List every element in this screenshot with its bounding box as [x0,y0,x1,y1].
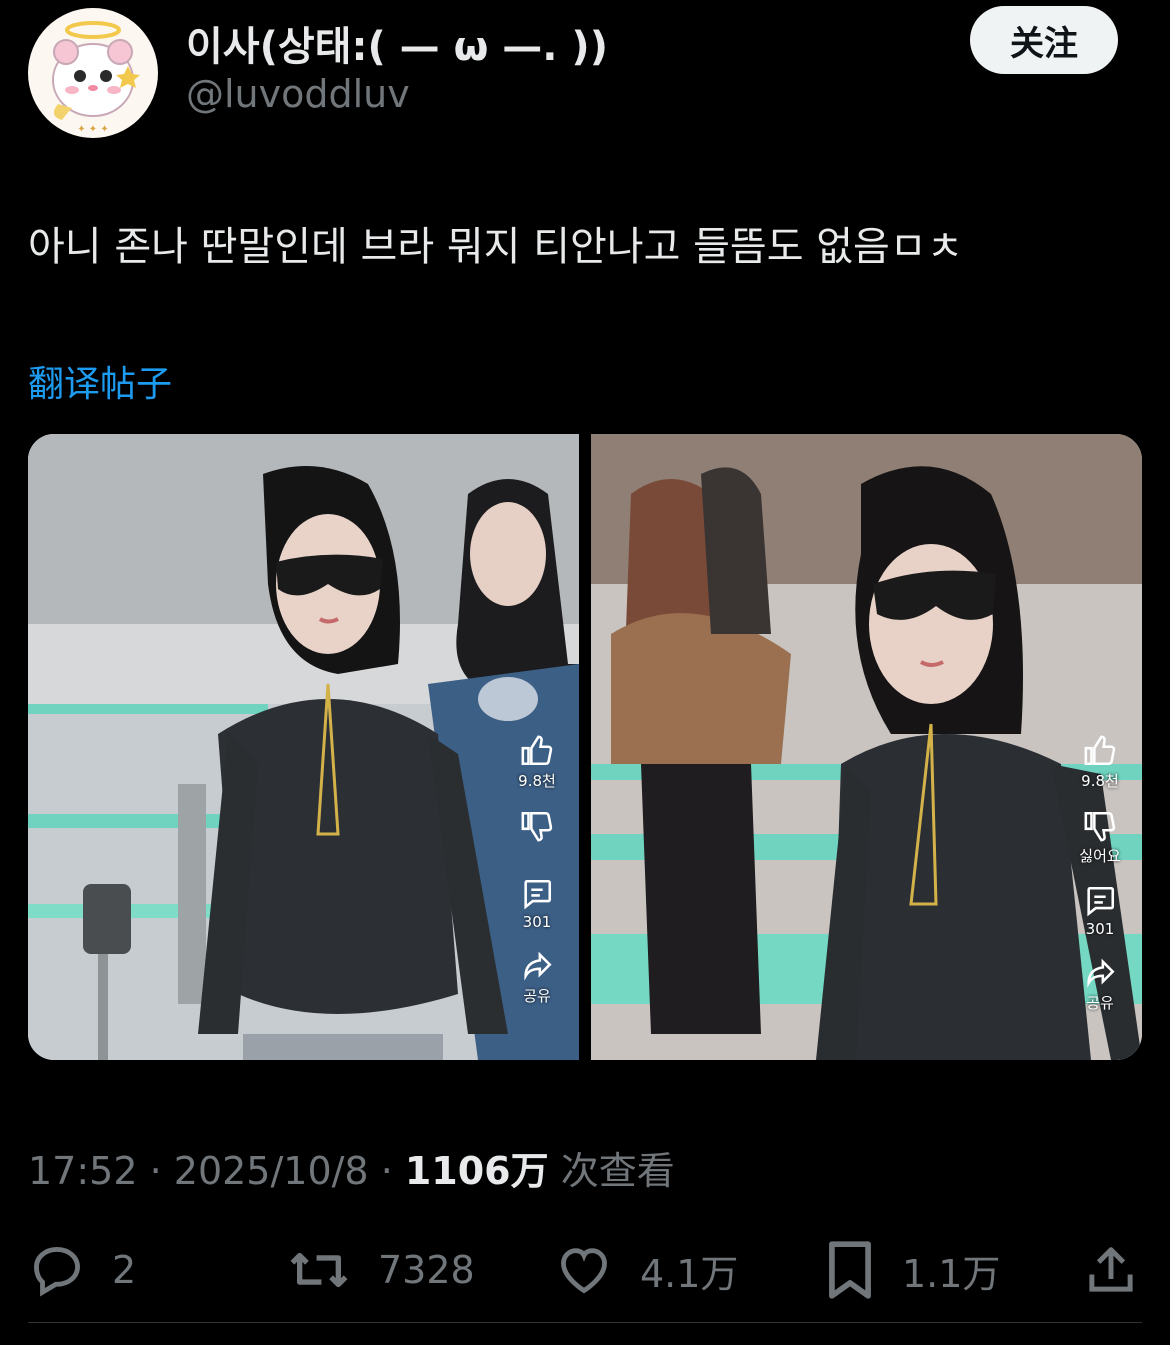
heart-icon [561,1248,607,1294]
like-count: 4.1万 [640,1251,739,1296]
right-dislike-group[interactable]: 싫어요 [1079,809,1121,866]
right-comment-count: 301 [1085,920,1115,938]
thumbs-up-icon [1084,735,1116,766]
left-video-overlay: 9.8천 301 공유 [507,734,567,1024]
thumbs-down-icon [1084,811,1116,842]
repost-count: 7328 [378,1248,475,1292]
bookmark-icon [829,1241,871,1299]
comment-icon [1087,886,1115,917]
post-time[interactable]: 17:52 [28,1149,138,1193]
comment-icon [524,879,552,910]
bottom-divider [28,1322,1142,1323]
left-share-group[interactable]: 공유 [520,949,554,1006]
reply-icon [34,1247,80,1297]
airport-photo-right-image [591,434,1142,1060]
avatar[interactable]: ✦ ✦ ✦ [28,8,158,138]
reply-count: 2 [112,1248,137,1292]
svg-text:✦ ✦ ✦: ✦ ✦ ✦ [77,124,109,135]
repost-icon [290,1252,348,1288]
media-photo-right[interactable]: 9.8천 싫어요 301 공유 [591,434,1142,1060]
airport-photo-left-image [28,434,579,1060]
display-name[interactable]: 이사(상태:( — ω —. )) [186,14,608,72]
media-grid: 9.8천 301 공유 9.8천 싫어요 301 공유 [28,434,1142,1060]
left-share-label: 공유 [523,987,551,1005]
meta-separator: · [137,1149,174,1193]
left-like-count: 9.8천 [518,772,556,790]
thumbs-down-icon [521,811,553,842]
hamster-avatar-icon: ✦ ✦ ✦ [52,21,140,135]
right-comment-group[interactable]: 301 [1083,884,1117,938]
right-share-group[interactable]: 공유 [1083,956,1117,1013]
translate-post-link[interactable]: 翻译帖子 [28,355,172,407]
media-photo-left[interactable]: 9.8천 301 공유 [28,434,579,1060]
share-icon [1087,958,1115,988]
bookmark-count: 1.1万 [902,1251,1001,1296]
meta-separator: · [368,1149,405,1193]
share-icon [524,951,552,981]
right-like-group[interactable]: 9.8천 [1081,734,1119,791]
post-meta: 17:52 · 2025/10/8 · 1106万 次查看 [28,1140,675,1195]
right-video-overlay: 9.8천 싫어요 301 공유 [1070,734,1130,1031]
post-text: 아니 존나 딴말인데 브라 뭐지 티안나고 들뜸도 없음ㅁㅊ [28,224,964,270]
repost-button[interactable]: 7328 [286,1235,475,1305]
share-button[interactable] [1084,1235,1138,1305]
like-button[interactable]: 4.1万 [554,1235,738,1305]
follow-button[interactable]: 关注 [970,6,1118,74]
thumbs-up-icon [521,735,553,766]
right-dislike-label: 싫어요 [1079,847,1121,865]
left-like-group[interactable]: 9.8천 [518,734,556,791]
left-dislike-group[interactable] [520,809,554,843]
user-handle[interactable]: @luvoddluv [186,72,410,116]
view-suffix: 次查看 [560,1149,675,1193]
reply-button[interactable]: 2 [28,1235,136,1305]
post-date[interactable]: 2025/10/8 [174,1149,369,1193]
right-share-label: 공유 [1086,994,1114,1012]
action-bar: 2 7328 4.1万 1.1万 [28,1235,1142,1305]
view-count: 1106万 [404,1149,549,1193]
left-comment-count: 301 [522,913,552,931]
bookmark-button[interactable]: 1.1万 [824,1235,1000,1305]
post-header: ✦ ✦ ✦ 이사(상태:( — ω —. )) @luvoddluv 关注 [28,0,1142,140]
right-like-count: 9.8천 [1081,772,1119,790]
left-comment-group[interactable]: 301 [520,877,554,931]
share-upload-icon [1089,1247,1133,1292]
